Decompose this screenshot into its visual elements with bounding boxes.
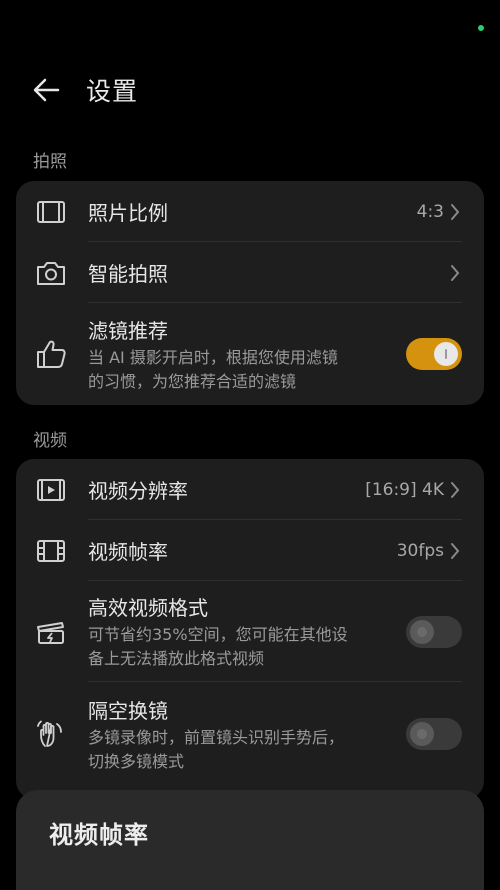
photo-settings-card: 照片比例 4:3 智能拍照 滤镜推荐 当 AI 摄影开启时，根据您使用滤镜 的习… [16, 181, 484, 405]
thumbs-up-icon [34, 337, 68, 371]
setting-efficient-video-format: 高效视频格式 可节省约35%空间，您可能在其他设 备上无法播放此格式视频 [16, 581, 484, 682]
video-settings-card: 视频分辨率 [16:9] 4K 视频帧率 30fps 高效视频格式 可节省约35… [16, 459, 484, 799]
filter-recommend-toggle[interactable] [406, 338, 462, 370]
camera-icon [34, 256, 68, 290]
chevron-right-icon [450, 263, 462, 283]
section-label-photo: 拍照 [33, 152, 67, 172]
setting-video-resolution[interactable]: 视频分辨率 [16:9] 4K [16, 459, 484, 520]
setting-smart-capture[interactable]: 智能拍照 [16, 242, 484, 303]
setting-value: 4:3 [416, 201, 444, 222]
setting-label: 视频分辨率 [88, 479, 188, 503]
video-play-icon [34, 473, 68, 507]
setting-label: 滤镜推荐 [88, 318, 168, 343]
hand-gesture-icon [34, 717, 68, 751]
efficient-format-toggle[interactable] [406, 615, 462, 648]
setting-description: 多镜录像时，前置镜头识别手势后， 切换多镜模式 [88, 726, 394, 774]
film-strip-icon [34, 534, 68, 568]
sheet-title: 视频帧率 [49, 821, 149, 849]
setting-video-frame-rate[interactable]: 视频帧率 30fps [16, 520, 484, 581]
toggle-knob [410, 619, 434, 644]
setting-label: 照片比例 [88, 201, 168, 225]
description-line: 切换多镜模式 [88, 751, 185, 771]
aspect-ratio-icon [34, 195, 68, 229]
setting-label: 隔空换镜 [88, 698, 168, 723]
setting-air-gesture-switch: 隔空换镜 多镜录像时，前置镜头识别手势后， 切换多镜模式 [16, 682, 484, 786]
setting-photo-ratio[interactable]: 照片比例 4:3 [16, 181, 484, 242]
setting-label: 视频帧率 [88, 540, 168, 564]
description-line: 可节省约35%空间，您可能在其他设 [88, 625, 348, 644]
setting-filter-recommend: 滤镜推荐 当 AI 摄影开启时，根据您使用滤镜 的习惯，为您推荐合适的滤镜 [16, 303, 484, 405]
setting-label: 高效视频格式 [88, 596, 208, 620]
chevron-right-icon [450, 480, 462, 500]
air-gesture-toggle[interactable] [406, 718, 462, 750]
toggle-knob [410, 722, 434, 746]
setting-value: 30fps [396, 540, 444, 561]
chevron-right-icon [450, 541, 462, 561]
header: 设置 [30, 68, 138, 112]
chevron-right-icon [450, 202, 462, 222]
video-format-icon [34, 615, 68, 649]
setting-description: 当 AI 摄影开启时，根据您使用滤镜 的习惯，为您推荐合适的滤镜 [88, 346, 394, 394]
setting-description: 可节省约35%空间，您可能在其他设 备上无法播放此格式视频 [88, 623, 394, 671]
description-line: 的习惯，为您推荐合适的滤镜 [88, 371, 297, 391]
status-indicator-dot [478, 25, 484, 31]
description-line: 多镜录像时，前置镜头识别手势后， [88, 727, 345, 747]
setting-label: 智能拍照 [88, 262, 168, 286]
section-label-video: 视频 [33, 431, 67, 451]
setting-value: [16:9] 4K [365, 479, 444, 500]
back-arrow-icon [33, 78, 60, 102]
toggle-knob [434, 342, 458, 366]
description-line: 当 AI 摄影开启时，根据您使用滤镜 [88, 347, 338, 367]
description-line: 备上无法播放此格式视频 [88, 649, 265, 668]
page-title: 设置 [86, 77, 139, 106]
frame-rate-bottom-sheet: 视频帧率 [16, 790, 484, 890]
back-button[interactable] [30, 73, 64, 107]
